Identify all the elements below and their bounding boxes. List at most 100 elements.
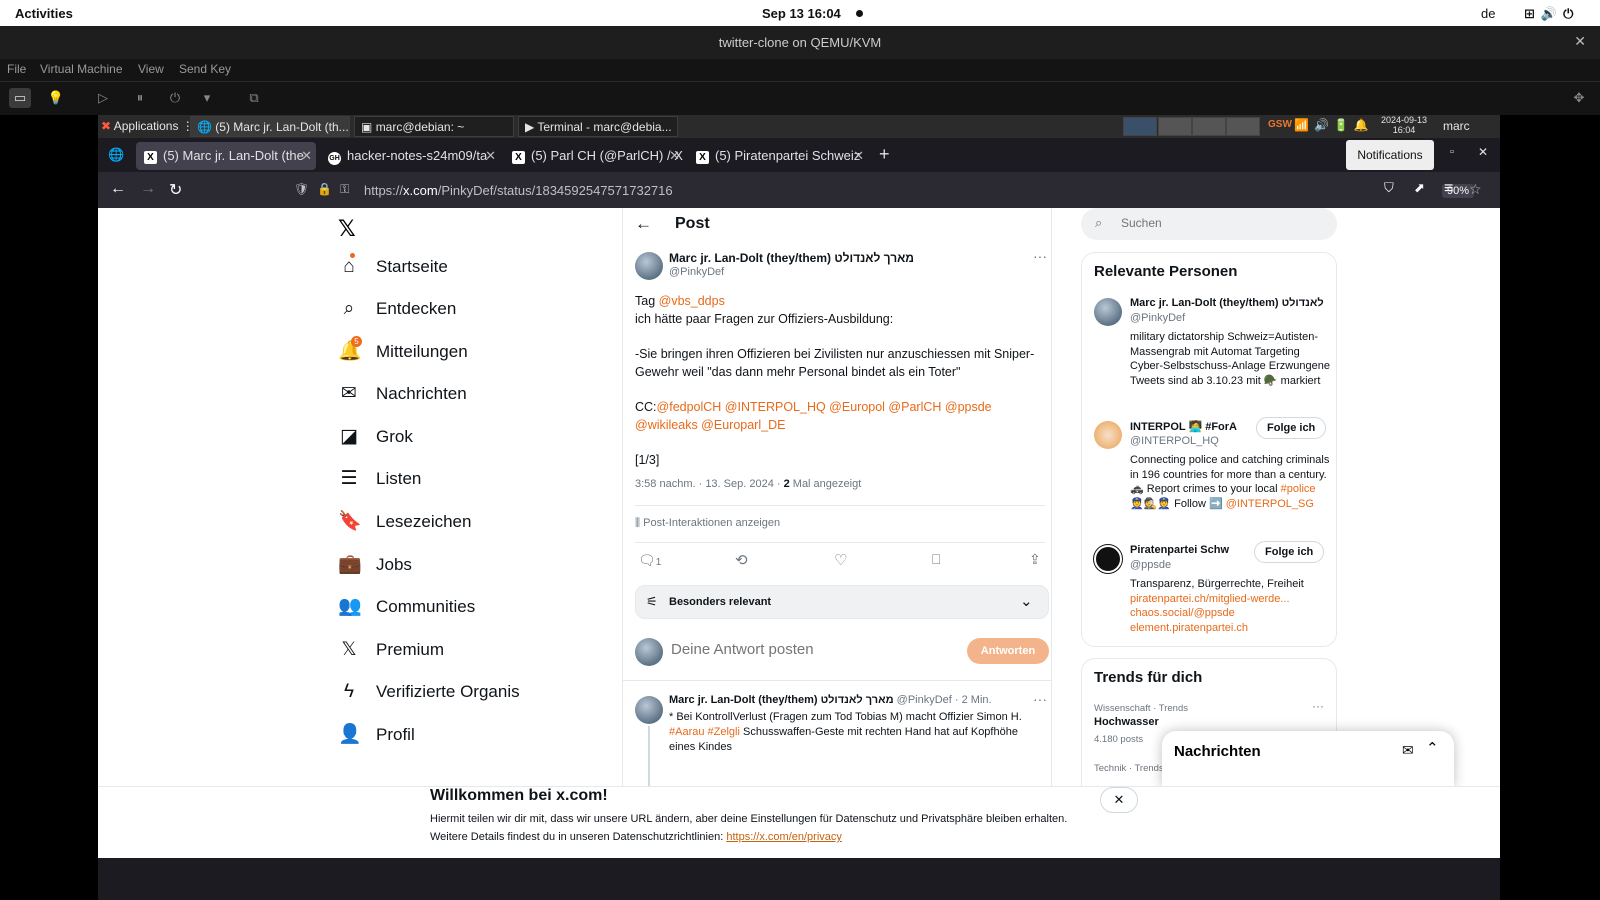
back-arrow-icon[interactable]: ← <box>635 214 652 234</box>
timestamp[interactable]: 3:58 nachm. · 13. Sep. 2024 · <box>635 478 784 490</box>
messages-drawer[interactable]: Nachrichten ✉ ⌃ <box>1162 731 1454 786</box>
author-name[interactable]: Marc jr. Lan-Dolt (they/them) מארך לאנדו… <box>669 694 894 706</box>
profile-link[interactable]: piratenpartei.ch/mitglied-werde... <box>1130 592 1330 607</box>
task-firefox[interactable]: 🌐 (5) Marc jr. Lan-Dolt (th... <box>190 116 350 137</box>
menu-view[interactable]: View <box>138 62 164 76</box>
more-icon[interactable]: ··· <box>1033 691 1047 707</box>
mention-links[interactable]: @wikileaks @Europarl_DE <box>635 416 1045 434</box>
new-tab-button[interactable]: + <box>879 144 890 165</box>
author-name[interactable]: Marc jr. Lan-Dolt (they/them) מארך לאנדו… <box>669 251 914 265</box>
tab-github[interactable]: GH hacker-notes-s24m09/ta ✕ <box>320 142 500 170</box>
more-icon[interactable]: ··· <box>1312 699 1324 713</box>
maximize-icon[interactable]: ▫ <box>1450 146 1454 158</box>
more-icon[interactable]: ··· <box>1033 248 1047 264</box>
chevron-down-icon[interactable]: ▾ <box>196 88 218 108</box>
avatar[interactable] <box>635 696 663 724</box>
new-message-icon[interactable]: ✉ <box>1402 742 1414 759</box>
keyboard-layout[interactable]: de <box>1481 6 1495 21</box>
task-terminal-1[interactable]: ▣ marc@debian: ~ <box>354 116 514 137</box>
hashtag-links[interactable]: #Aarau #Zelgli <box>669 726 740 738</box>
applications-menu[interactable]: ✖ Applications ⋮ <box>101 119 194 133</box>
reload-icon[interactable]: ↻ <box>169 180 182 200</box>
shutdown-icon[interactable]: ⏻ <box>164 88 186 108</box>
close-icon[interactable]: ✕ <box>1478 145 1488 159</box>
person-handle[interactable]: @PinkyDef <box>1130 312 1185 324</box>
pause-icon[interactable]: ⏸ <box>129 88 151 108</box>
close-icon[interactable]: ✕ <box>853 142 864 170</box>
shield-lock-icon[interactable]: 🛡🔒⚿ <box>294 182 357 197</box>
avatar[interactable] <box>1094 421 1122 449</box>
chevron-up-icon[interactable]: ⌃ <box>1426 739 1439 757</box>
tray-icons[interactable]: 📶🔊🔋🔔 <box>1294 118 1374 132</box>
menu-icon[interactable]: ≡ <box>1444 180 1453 198</box>
page-title: Post <box>675 215 710 232</box>
hashtag-link[interactable]: #police <box>1281 483 1316 495</box>
clock[interactable]: Sep 13 16:04 <box>762 6 841 21</box>
trend-category: Technik · Trends <box>1094 763 1164 774</box>
menu-send-key[interactable]: Send Key <box>179 62 231 76</box>
reply-button[interactable]: Antworten <box>967 638 1049 664</box>
workspace-3[interactable] <box>1192 117 1226 136</box>
sort-dropdown[interactable]: ⚟ Besonders relevant ⌄ <box>635 585 1049 619</box>
avatar[interactable] <box>635 252 663 280</box>
search-input[interactable] <box>1121 216 1311 230</box>
mention-link[interactable]: @INTERPOL_SG <box>1226 498 1314 510</box>
person-name[interactable]: INTERPOL 🧑‍💻 #ForA <box>1130 420 1242 433</box>
x-logo-icon[interactable]: 𝕏 <box>338 216 356 242</box>
menu-file[interactable]: File <box>7 62 26 76</box>
bookmark-icon[interactable]: ⎕ <box>932 551 940 568</box>
snapshot-icon[interactable]: ⧉ <box>243 88 265 108</box>
person-name[interactable]: Marc jr. Lan-Dolt (they/them) לאנדולט <box>1130 297 1330 309</box>
workspace-2[interactable] <box>1158 117 1192 136</box>
trend-name[interactable]: Hochwasser <box>1094 716 1159 728</box>
details-icon[interactable]: 💡 <box>45 88 67 108</box>
reply-input[interactable] <box>671 641 951 658</box>
interactions-link[interactable]: ⫼ Post-Interaktionen anzeigen <box>635 517 780 530</box>
forward-icon[interactable]: → <box>140 180 156 198</box>
person-handle[interactable]: @ppsde <box>1130 559 1171 571</box>
following-button[interactable]: Folge ich <box>1254 541 1325 563</box>
firefox-view-icon[interactable]: 🌐 <box>108 147 124 163</box>
gsw-label[interactable]: GSW <box>1268 119 1292 130</box>
pocket-icon[interactable]: ⛉ <box>1384 180 1394 196</box>
avatar[interactable] <box>1094 298 1122 326</box>
system-tray-icons[interactable]: ⊞🔊⏻ <box>1524 6 1579 22</box>
panel-clock[interactable]: 2024-09-13 16:04 <box>1381 115 1427 135</box>
resize-icon[interactable]: ✥ <box>1568 88 1590 108</box>
menu-virtual-machine[interactable]: Virtual Machine <box>40 62 123 76</box>
following-button[interactable]: Folge ich <box>1256 417 1327 439</box>
author-handle[interactable]: @PinkyDef <box>669 266 724 278</box>
heart-icon[interactable]: ♡ <box>834 551 847 569</box>
tab-parlch[interactable]: X (5) Parl CH (@ParlCH) / X ✕ <box>504 142 684 170</box>
repost-icon[interactable]: ⟲ <box>735 551 748 569</box>
extensions-icon[interactable]: ⬈ <box>1414 180 1425 196</box>
profile-link[interactable]: chaos.social/@ppsde <box>1130 606 1330 621</box>
mention-links[interactable]: @fedpolCH @INTERPOL_HQ @Europol @ParlCH … <box>657 400 992 414</box>
close-icon[interactable]: ✕ <box>301 142 312 170</box>
panel-user[interactable]: marc <box>1443 119 1470 133</box>
tab-marc-post[interactable]: X (5) Marc jr. Lan-Dolt (the ✕ <box>136 142 316 170</box>
close-icon[interactable]: ✕ <box>669 142 680 170</box>
task-terminal-2[interactable]: ▶ Terminal - marc@debia... <box>518 116 678 137</box>
tab-piratenpartei[interactable]: X (5) Piratenpartei Schweiz ✕ <box>688 142 868 170</box>
close-icon[interactable]: ✕ <box>1574 33 1586 50</box>
run-icon[interactable]: ▷ <box>92 88 114 108</box>
person-name[interactable]: Piratenpartei Schw <box>1130 544 1242 556</box>
reply-icon[interactable]: 🗨1 <box>638 552 661 569</box>
workspace-4[interactable] <box>1226 117 1260 136</box>
search-box[interactable]: ⌕ <box>1081 208 1337 240</box>
console-icon[interactable]: ▭ <box>9 88 31 108</box>
avatar[interactable] <box>1094 545 1122 573</box>
share-icon[interactable]: ⇪ <box>1029 551 1041 568</box>
profile-link[interactable]: element.piratenpartei.ch <box>1130 621 1330 636</box>
activities-button[interactable]: Activities <box>15 6 73 21</box>
close-icon[interactable]: ✕ <box>1100 787 1138 813</box>
close-icon[interactable]: ✕ <box>485 142 496 170</box>
back-icon[interactable]: ← <box>110 180 126 198</box>
bookmark-star-icon[interactable]: ☆ <box>1469 181 1482 198</box>
workspace-1[interactable] <box>1123 117 1157 136</box>
url-bar[interactable]: 🛡🔒⚿ https://x.com/PinkyDef/status/183459… <box>294 176 1482 204</box>
person-handle[interactable]: @INTERPOL_HQ <box>1130 435 1219 447</box>
mention-link[interactable]: @vbs_ddps <box>659 294 725 308</box>
privacy-link[interactable]: https://x.com/en/privacy <box>726 831 842 843</box>
